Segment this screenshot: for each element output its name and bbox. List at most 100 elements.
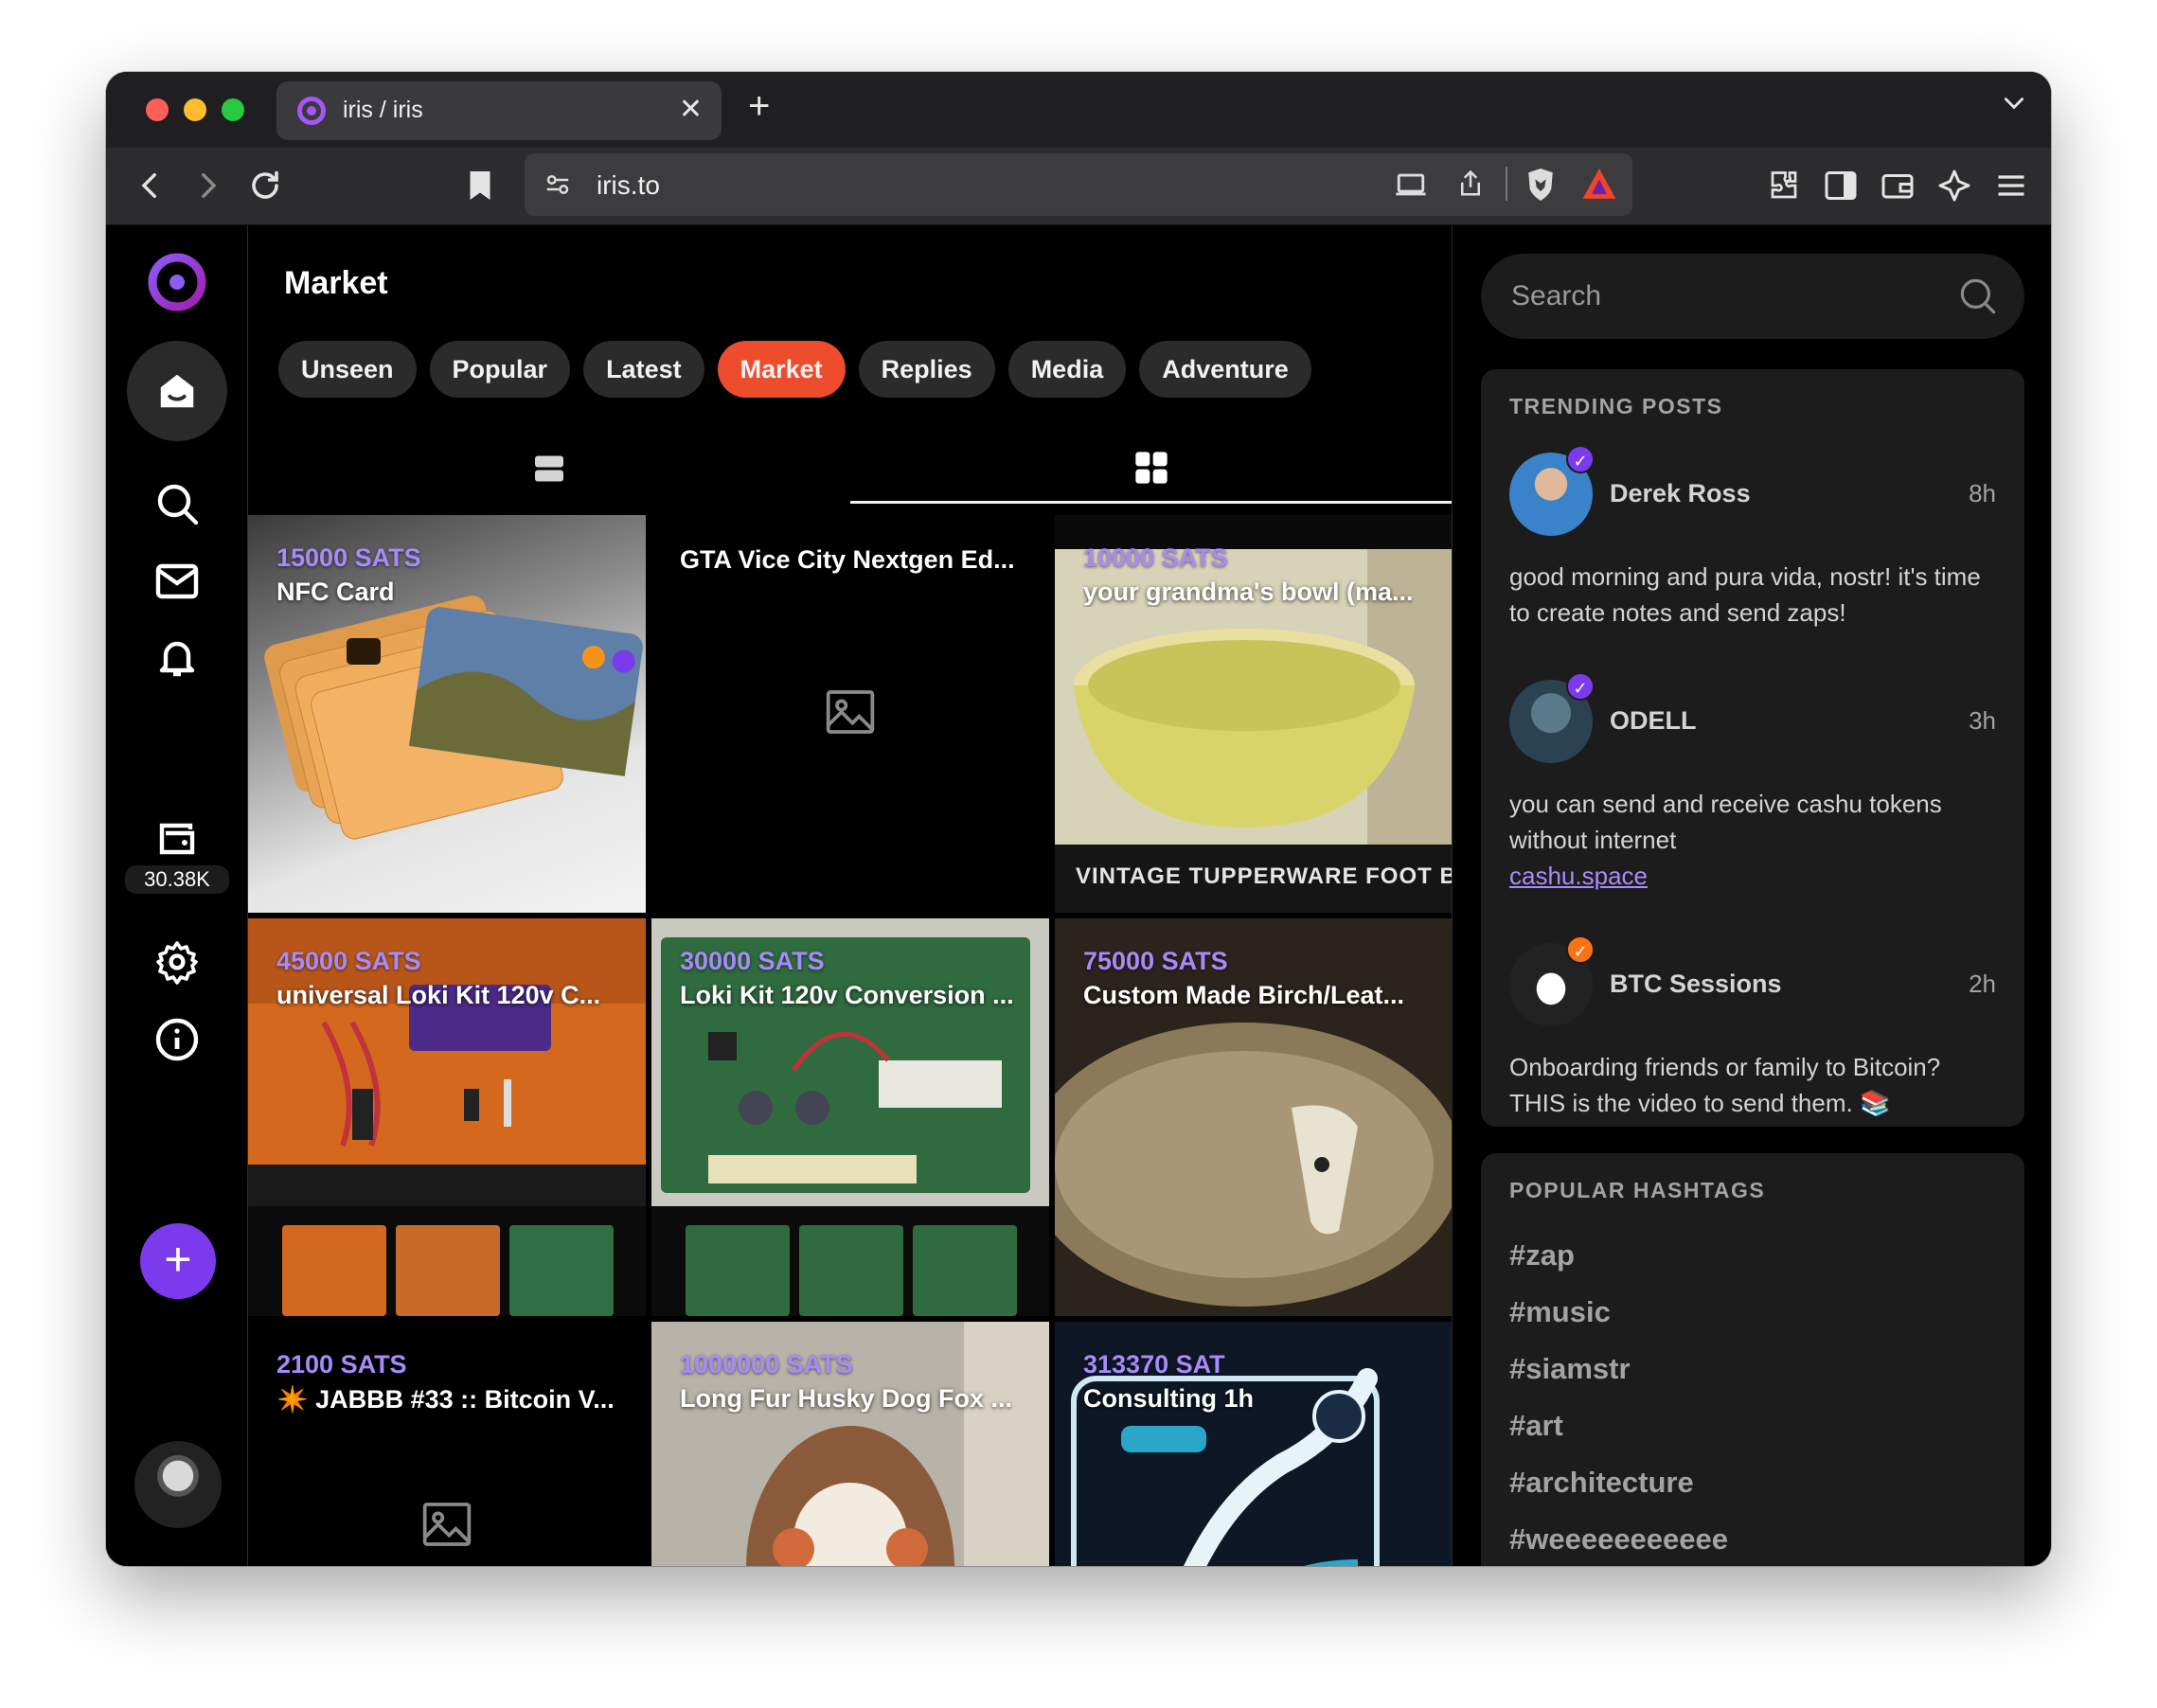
tab-popular[interactable]: Popular [429,341,571,398]
gear-icon [156,941,198,985]
close-window-button[interactable] [146,98,169,121]
tab-replies[interactable]: Replies [858,341,995,398]
forward-icon[interactable] [191,169,223,211]
browser-tab[interactable]: iris / iris ✕ [276,81,722,140]
nav-messages[interactable] [106,559,248,604]
verified-badge-icon: ✓ [1566,672,1595,701]
listing-price: 45000 SATS [276,947,421,975]
listing-title: your grandma's bowl (ma... [1083,578,1414,606]
nav-home[interactable] [106,369,248,413]
trending-post[interactable]: ✓ Derek Ross 8h good morning and pura vi… [1509,445,1996,642]
sidebar-toggle-icon[interactable] [1824,169,1858,211]
listing-title: Long Fur Husky Dog Fox ... [680,1384,1012,1413]
tab-strip: iris / iris ✕ + [106,72,2051,148]
mail-icon [155,563,199,599]
nav-notifications[interactable] [106,634,248,680]
search-icon[interactable] [1958,276,1998,316]
nav-wallet[interactable] [106,816,248,862]
post-text-body: you can send and receive cashu tokens wi… [1509,790,1942,854]
back-icon[interactable] [134,169,167,211]
hashtag-link[interactable]: #zap [1509,1238,1575,1272]
site-settings-icon[interactable] [544,170,572,204]
my-avatar[interactable] [134,1441,222,1528]
home-icon [160,374,194,408]
listing-universal-loki-kit[interactable]: 45000 SATS universal Loki Kit 120v C... [248,918,646,1316]
browser-window: iris / iris ✕ + iris.to 30.38K + Market … [106,72,2051,1566]
post-text: good morning and pura vida, nostr! it's … [1509,562,1981,627]
post-author[interactable]: Derek Ross [1610,479,1751,508]
extensions-icon[interactable] [1767,169,1801,211]
feed-tabs: Unseen Popular Latest Market Replies Med… [278,341,1311,398]
new-tab-button[interactable]: + [748,85,770,128]
trending-post[interactable]: ✓ BTC Sessions 2h Onboarding friends or … [1509,935,1996,1127]
thumbnail[interactable] [799,1225,903,1316]
tab-unseen[interactable]: Unseen [278,341,417,398]
hashtag-link[interactable]: #weeeeeeeeeee [1509,1522,1728,1557]
tab-close-icon[interactable]: ✕ [679,93,703,126]
tab-list-chevron-icon[interactable] [2002,91,2026,122]
thumbnail[interactable] [913,1225,1017,1316]
divider [1506,167,1507,201]
leo-ai-icon[interactable] [1937,169,1971,211]
main-feed: Market Unseen Popular Latest Market Repl… [248,225,1453,1566]
address-bar[interactable]: iris.to [525,153,1632,216]
share-icon[interactable] [1456,167,1485,205]
trending-posts-heading: TRENDING POSTS [1509,394,1723,418]
list-view-tab[interactable] [248,434,850,504]
search-input[interactable]: Search [1481,254,2024,339]
tab-latest[interactable]: Latest [583,341,704,398]
listing-price: 2100 SATS [276,1350,407,1379]
nav-search[interactable] [106,481,248,526]
listing-gta-vice-city[interactable]: GTA Vice City Nextgen Ed... [651,515,1049,913]
listing-grandma-bowl[interactable]: 10000 SATS your grandma's bowl (ma... VI… [1055,515,1452,913]
post-author[interactable]: ODELL [1610,706,1697,736]
reload-icon[interactable] [248,169,282,211]
hashtag-link[interactable]: #architecture [1509,1466,1694,1500]
wallet-icon[interactable] [1881,169,1915,211]
grid-view-icon [1135,451,1168,484]
popular-hashtags-card: POPULAR HASHTAGS #zap #music #siamstr #a… [1481,1153,2024,1566]
minimize-window-button[interactable] [184,98,206,121]
thumbnail[interactable] [282,1225,386,1316]
popular-hashtags-heading: POPULAR HASHTAGS [1509,1178,1766,1202]
url-text[interactable]: iris.to [597,170,660,201]
listing-long-fur-husky[interactable]: 1000000 SATS Long Fur Husky Dog Fox ... [651,1322,1049,1566]
listing-jabbb-33[interactable]: 2100 SATS ✴️ JABBB #33 :: Bitcoin V... [248,1322,646,1566]
wallet-balance[interactable]: 30.38K [125,865,229,894]
listing-loki-kit-conversion[interactable]: 30000 SATS Loki Kit 120v Conversion ... [651,918,1049,1316]
iris-logo-icon[interactable] [106,252,248,312]
thumbnail[interactable] [396,1225,500,1316]
compose-button[interactable]: + [140,1223,216,1299]
image-placeholder-icon [826,690,875,734]
listing-price: 313370 SAT [1083,1350,1225,1379]
post-link[interactable]: cashu.space [1509,862,1648,890]
nav-about[interactable] [106,1017,248,1062]
tab-market[interactable]: Market [717,341,846,398]
grid-view-tab[interactable] [850,434,1452,504]
bookmark-icon[interactable] [466,169,494,211]
nav-settings[interactable] [106,939,248,985]
hashtag-link[interactable]: #siamstr [1509,1352,1631,1386]
hashtag-link[interactable]: #music [1509,1295,1611,1329]
thumbnail[interactable] [509,1225,614,1316]
hashtag-link[interactable]: #art [1509,1409,1563,1443]
tab-media[interactable]: Media [1007,341,1127,398]
listing-custom-birch-leather[interactable]: 75000 SATS Custom Made Birch/Leat... [1055,918,1452,1316]
brave-rewards-icon[interactable] [1581,167,1617,205]
listing-title: Custom Made Birch/Leat... [1083,981,1405,1009]
brave-shields-icon[interactable] [1524,167,1557,207]
thumbnail[interactable] [686,1225,790,1316]
bowl-caption: VINTAGE TUPPERWARE FOOT BATH/ [1076,863,1452,889]
cast-icon[interactable] [1394,169,1428,205]
listing-price: 75000 SATS [1083,947,1228,975]
menu-icon[interactable] [1994,169,2028,211]
listing-title: universal Loki Kit 120v C... [276,981,601,1009]
image-placeholder-icon [422,1503,472,1546]
listing-consulting[interactable]: 313370 SAT Consulting 1h [1055,1322,1452,1566]
zoom-window-button[interactable] [222,98,244,121]
image-thumbnails [282,1225,614,1316]
post-author[interactable]: BTC Sessions [1610,970,1782,999]
tab-adventure[interactable]: Adventure [1139,341,1311,398]
listing-nfc-card[interactable]: 15000 SATS NFC Card [248,515,646,913]
trending-post[interactable]: ✓ ODELL 3h you can send and receive cash… [1509,672,1996,898]
